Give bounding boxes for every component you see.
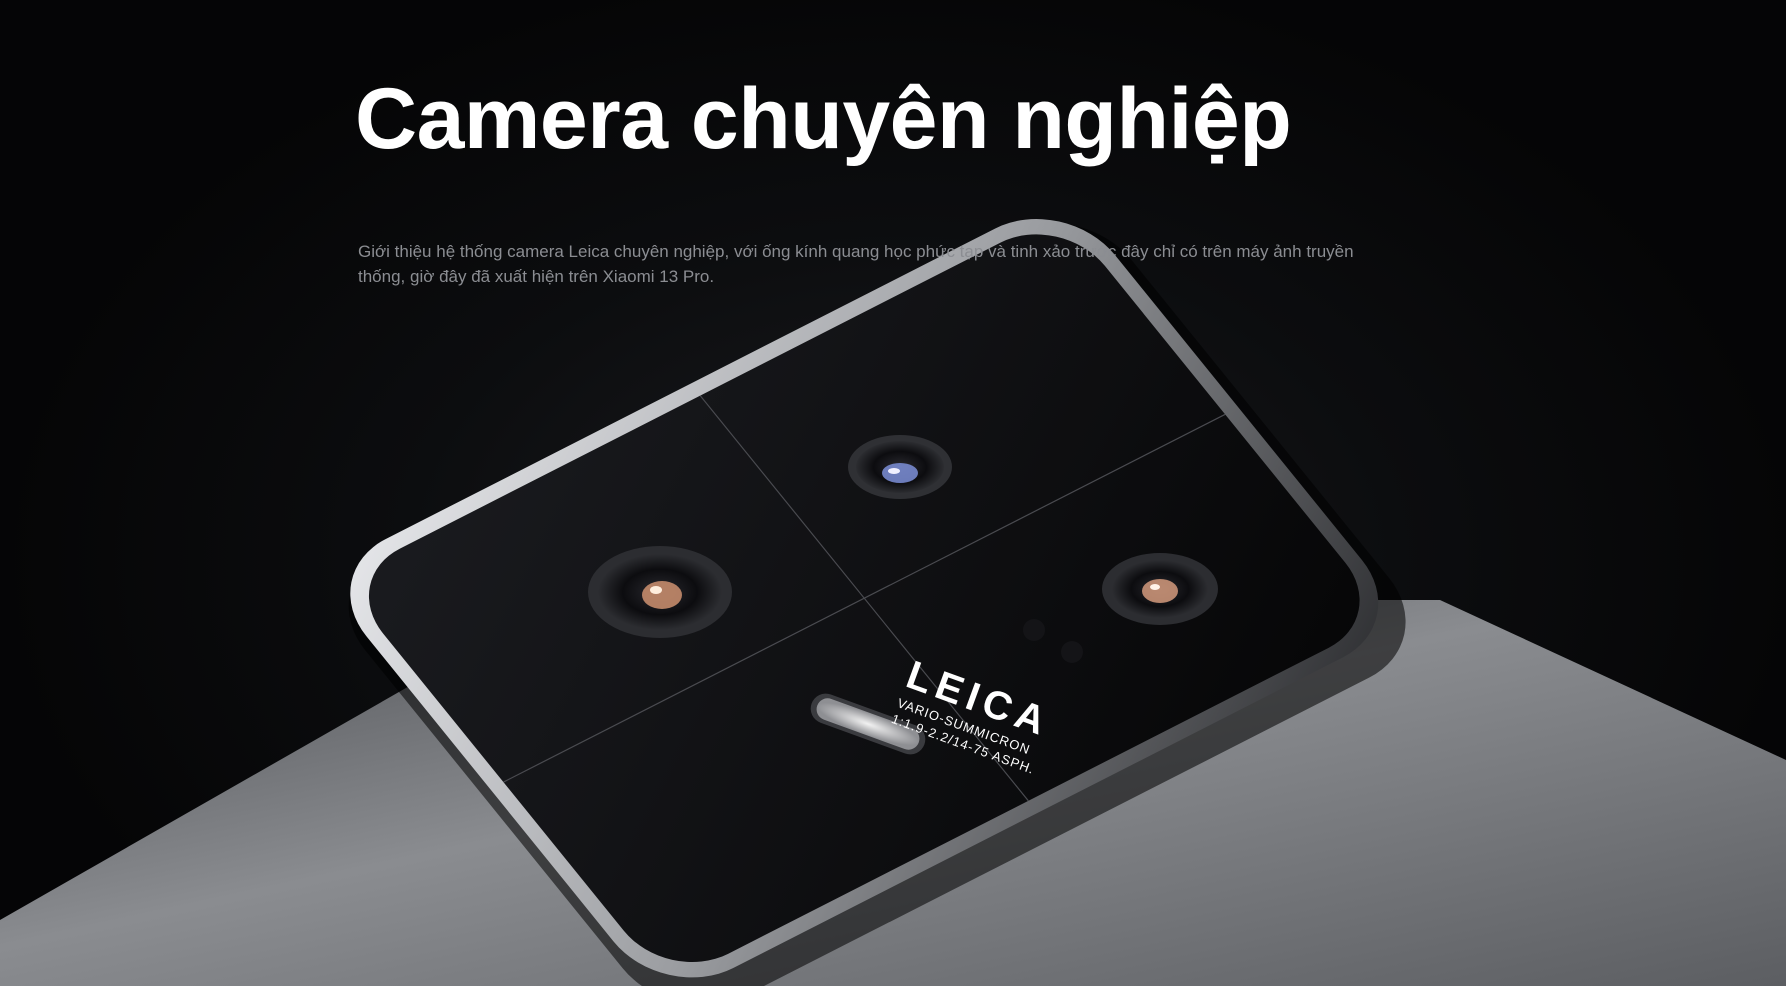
product-hero-section: Camera chuyên nghiệp Giới thiệu hệ thống…: [0, 0, 1786, 986]
hero-text-block: Camera chuyên nghiệp Giới thiệu hệ thống…: [355, 70, 1365, 289]
lens-left: [588, 546, 732, 638]
lens-right: [1102, 553, 1218, 625]
sensor-dot: [1061, 641, 1083, 663]
hero-description: Giới thiệu hệ thống camera Leica chuyên …: [358, 241, 1354, 286]
sensor-dot: [1023, 619, 1045, 641]
lens-top: [848, 435, 952, 499]
hero-headline: Camera chuyên nghiệp: [355, 71, 1292, 167]
